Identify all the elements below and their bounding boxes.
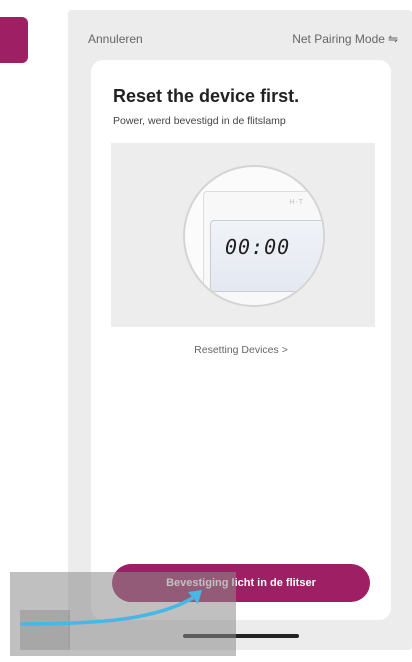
instruction-card: Reset the device first. Power, werd beve…	[91, 60, 391, 620]
phone-screen: Annuleren Net Pairing Mode ⇋ Reset the d…	[68, 10, 412, 650]
device-body: H-T 00:00	[203, 191, 323, 305]
mode-label: Net Pairing Mode	[292, 32, 385, 46]
swipe-arrow-icon	[20, 590, 202, 626]
display-value: 00:00	[225, 235, 291, 259]
instruction-subtitle: Power, werd bevestigd in de flitslamp	[113, 115, 286, 127]
device-model-mark: H-T	[289, 199, 304, 206]
net-pairing-mode-switch[interactable]: Net Pairing Mode ⇋	[292, 32, 398, 46]
resetting-devices-link[interactable]: Resetting Devices >	[91, 344, 391, 356]
page-title: Reset the device first.	[113, 86, 300, 106]
magnifier-circle: H-T 00:00	[183, 165, 325, 307]
device-display: 00:00	[210, 220, 323, 292]
device-illustration: H-T 00:00	[111, 143, 375, 327]
brand-tab	[0, 17, 28, 63]
top-bar: Annuleren Net Pairing Mode ⇋	[68, 32, 412, 50]
swap-icon: ⇋	[387, 32, 398, 46]
cancel-button[interactable]: Annuleren	[88, 32, 143, 46]
